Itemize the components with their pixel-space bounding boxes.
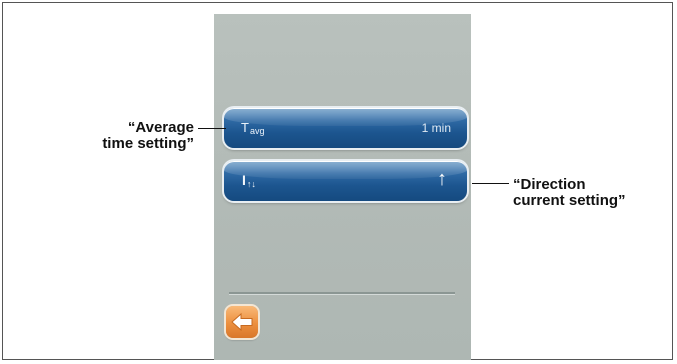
leader-line [198,128,226,129]
callout-line: time setting” [102,135,194,152]
direction-current-callout: “Direction current setting” [513,177,626,209]
average-time-setting-button[interactable]: Tavg 1 min [224,108,467,148]
average-time-callout: “Average time setting” [102,120,194,152]
average-time-value: 1 min [421,121,451,135]
callout-line: current setting” [513,192,626,209]
callout-line: “Direction [513,176,586,193]
callout-line: “Average [127,119,194,136]
device-screen: Tavg 1 min I↑↓ ↑ [214,14,471,360]
direction-arrows-icon: ↑↓ [246,179,256,189]
average-time-label: Tavg [241,120,264,136]
back-button[interactable] [226,306,258,338]
leader-line [472,183,509,184]
average-time-subscript: avg [249,126,265,136]
arrow-up-icon: ↑ [437,168,447,190]
button-gloss [224,161,467,179]
arrow-left-icon [231,312,253,332]
direction-current-label: I↑↓ [242,172,256,189]
direction-current-symbol: I [242,172,246,188]
average-time-symbol: T [241,120,249,135]
direction-current-setting-button[interactable]: I↑↓ ↑ [224,161,467,201]
divider [229,292,455,294]
